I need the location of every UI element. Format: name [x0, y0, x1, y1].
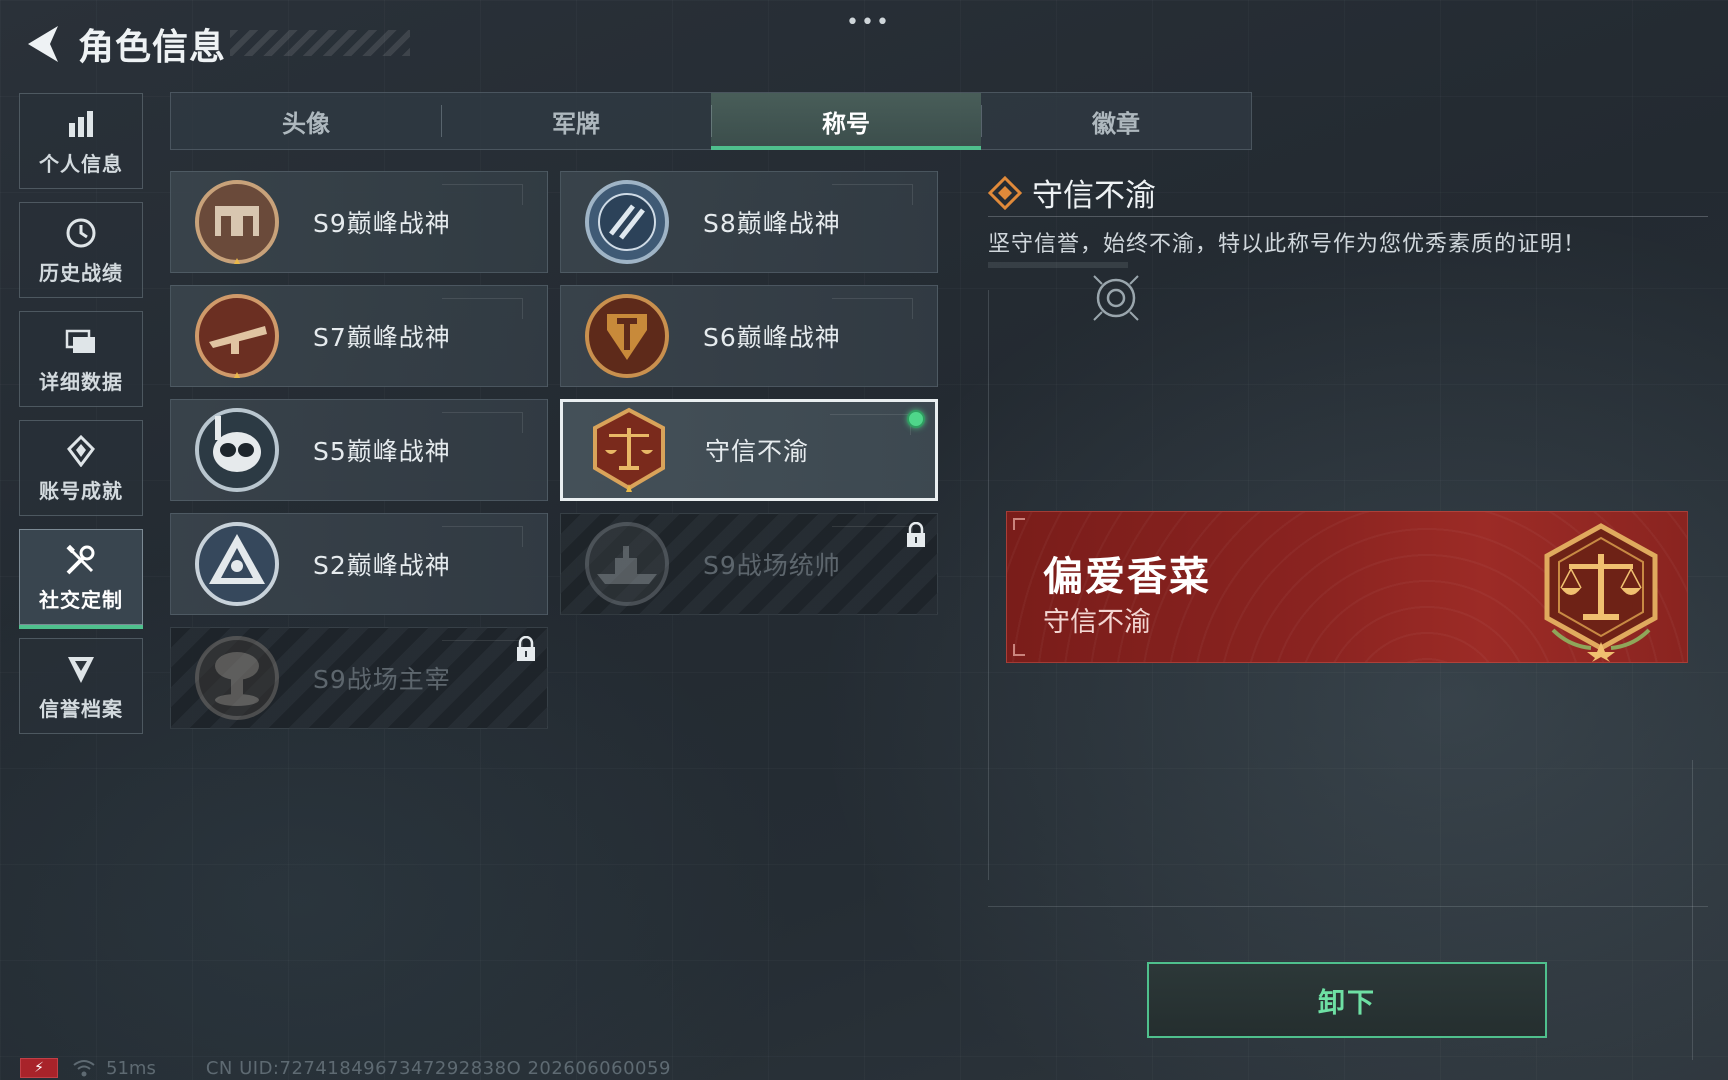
corner-mark [1013, 644, 1025, 656]
folder-icon [63, 324, 99, 360]
fortress-emblem-icon [187, 172, 287, 272]
title-card-label: 守信不渝 [705, 437, 810, 466]
sidebar-item-label: 个人信息 [39, 151, 123, 176]
target-icon [1093, 275, 1139, 321]
nameplate-preview: 偏爱香菜 守信不渝 [1006, 511, 1688, 663]
divider [988, 262, 1128, 268]
title-card[interactable]: S6巅峰战神 [560, 285, 938, 387]
title-card-locked[interactable]: S9战场主宰 [170, 627, 548, 729]
player-name: 偏爱香菜 [1043, 554, 1211, 600]
page-header: 角色信息 [20, 20, 226, 68]
sidebar-item-label: 社交定制 [39, 587, 123, 612]
sidebar-item-reputation[interactable]: 信誉档案 [19, 638, 143, 734]
sidebar-item-label: 账号成就 [39, 478, 123, 503]
sidebar: 个人信息 历史战绩 详细数据 账号成就 社交定制 信誉档案 [19, 93, 143, 747]
title-card-label: S9战场主宰 [313, 665, 451, 694]
bar-chart-icon [63, 106, 99, 142]
sidebar-item-detailed-data[interactable]: 详细数据 [19, 311, 143, 407]
sidebar-item-match-history[interactable]: 历史战绩 [19, 202, 143, 298]
lock-icon [517, 636, 535, 661]
title-card[interactable]: S5巅峰战神 [170, 399, 548, 501]
shield-badge-icon [63, 651, 99, 687]
tools-icon [63, 542, 99, 578]
equipped-indicator [907, 410, 925, 428]
clock-icon [63, 215, 99, 251]
corner-mark [1013, 518, 1025, 530]
title-card[interactable]: S2巅峰战神 [170, 513, 548, 615]
tab-dog-tag[interactable]: 军牌 [441, 93, 711, 149]
blue-stripe-emblem-icon [577, 172, 677, 272]
diamond-icon [988, 175, 1022, 210]
title-decoration [230, 30, 410, 56]
unequip-button[interactable]: 卸下 [1147, 962, 1547, 1038]
title-card-selected[interactable]: 守信不渝 [560, 399, 938, 501]
title-card-label: S7巅峰战神 [313, 323, 451, 352]
lock-icon [907, 522, 925, 547]
rifle-emblem-icon [187, 286, 287, 386]
tab-bar: 头像 军牌 称号 徽章 [170, 92, 1252, 150]
tab-avatar[interactable]: 头像 [171, 93, 441, 149]
scales-emblem-icon [579, 400, 679, 500]
tab-badge[interactable]: 徽章 [981, 93, 1251, 149]
back-button[interactable] [20, 22, 64, 66]
medal-icon [63, 433, 99, 469]
more-options-button[interactable]: ••• [846, 10, 891, 35]
sidebar-item-label: 详细数据 [39, 369, 123, 394]
sidebar-item-social-custom[interactable]: 社交定制 [19, 529, 143, 629]
frame-line [988, 290, 989, 880]
mushroom-cloud-emblem-icon [187, 628, 287, 728]
title-card-label: S8巅峰战神 [703, 209, 841, 238]
title-card[interactable]: S7巅峰战神 [170, 285, 548, 387]
detail-header: 守信不渝 [988, 170, 1156, 215]
detail-description: 坚守信誉，始终不渝，特以此称号作为您优秀素质的证明！ [988, 232, 1587, 257]
tab-title[interactable]: 称号 [711, 93, 981, 150]
status-bar: ⚡ 51ms CN UID:7274184967347292838O 20260… [20, 1056, 671, 1080]
battery-icon: ⚡ [20, 1058, 58, 1078]
diver-skull-emblem-icon [187, 400, 287, 500]
sidebar-item-label: 信誉档案 [39, 696, 123, 721]
page-title: 角色信息 [78, 27, 227, 68]
t-shield-emblem-icon [577, 286, 677, 386]
title-card[interactable]: S8巅峰战神 [560, 171, 938, 273]
back-arrow-icon [28, 26, 58, 62]
sidebar-item-achievements[interactable]: 账号成就 [19, 420, 143, 516]
title-card-label: S2巅峰战神 [313, 551, 451, 580]
detail-title: 守信不渝 [1032, 178, 1156, 214]
title-card[interactable]: S9巅峰战神 [170, 171, 548, 273]
sidebar-item-personal-info[interactable]: 个人信息 [19, 93, 143, 189]
user-uid: CN UID:7274184967347292838O 202606060059 [205, 1057, 671, 1079]
title-card-label: S5巅峰战神 [313, 437, 451, 466]
nameplate-title: 守信不渝 [1043, 607, 1151, 638]
ping-value: 51ms [106, 1057, 156, 1079]
title-card-label: S6巅峰战神 [703, 323, 841, 352]
triangle-emblem-icon [187, 514, 287, 614]
title-card-label: S9巅峰战神 [313, 209, 451, 238]
divider [988, 216, 1708, 217]
frame-line [988, 906, 1708, 907]
frame-line [1692, 760, 1693, 1060]
title-card-locked[interactable]: S9战场统帅 [560, 513, 938, 615]
title-card-label: S9战场统帅 [703, 551, 841, 580]
sidebar-item-label: 历史战绩 [39, 260, 123, 285]
scales-emblem-icon [1544, 523, 1658, 662]
wifi-icon [73, 1060, 95, 1077]
warship-emblem-icon [577, 514, 677, 614]
